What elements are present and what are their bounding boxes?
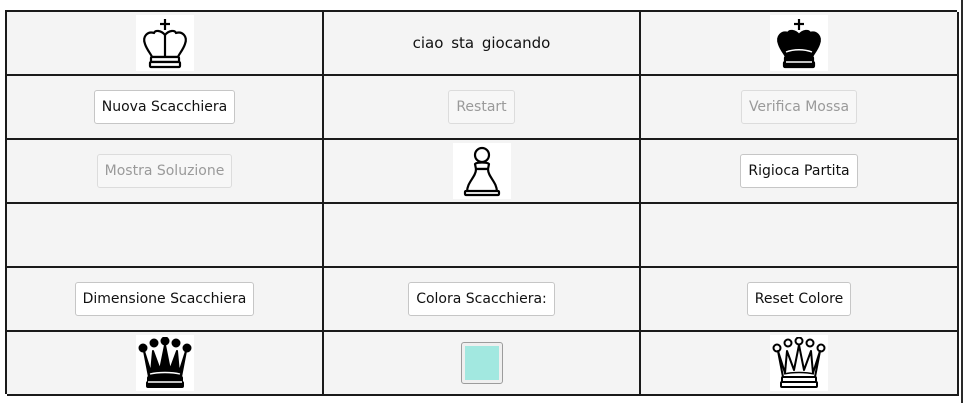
color-board-button[interactable]: Colora Scacchiera: xyxy=(408,282,555,316)
white-queen-icon xyxy=(770,335,828,391)
white-king-icon xyxy=(135,15,194,71)
cell-color-swatch xyxy=(324,332,641,396)
color-swatch[interactable] xyxy=(460,342,503,384)
cell-color-board: Colora Scacchiera: xyxy=(324,268,641,332)
cell-restart: Restart xyxy=(324,76,641,140)
cell-new-board: Nuova Scacchiera xyxy=(7,76,324,140)
restart-button[interactable]: Restart xyxy=(448,90,515,124)
cell-black-queen xyxy=(7,332,324,396)
game-panel-grid: ciao sta giocando Nuova Scacchiera Resta… xyxy=(5,10,959,396)
cell-empty-right xyxy=(641,204,959,268)
verify-move-button[interactable]: Verifica Mossa xyxy=(740,90,858,124)
window-edge-divider xyxy=(961,0,963,403)
cell-show-solution: Mostra Soluzione xyxy=(7,140,324,204)
replay-game-button[interactable]: Rigioca Partita xyxy=(740,154,858,188)
cell-status: ciao sta giocando xyxy=(324,12,641,76)
selected-color-preview xyxy=(464,346,499,380)
cell-replay-game: Rigioca Partita xyxy=(641,140,959,204)
black-king-icon xyxy=(770,15,828,71)
cell-empty-left xyxy=(7,204,324,268)
game-status-text: ciao sta giocando xyxy=(412,34,551,52)
reset-color-button[interactable]: Reset Colore xyxy=(746,282,852,316)
cell-white-queen xyxy=(641,332,959,396)
cell-white-king xyxy=(7,12,324,76)
white-pawn-icon xyxy=(452,143,511,199)
cell-verify-move: Verifica Mossa xyxy=(641,76,959,140)
board-size-button[interactable]: Dimensione Scacchiera xyxy=(74,282,255,316)
cell-empty-center xyxy=(324,204,641,268)
new-board-button[interactable]: Nuova Scacchiera xyxy=(93,90,236,124)
show-solution-button[interactable]: Mostra Soluzione xyxy=(96,154,233,188)
cell-reset-color: Reset Colore xyxy=(641,268,959,332)
cell-current-piece xyxy=(324,140,641,204)
cell-board-size: Dimensione Scacchiera xyxy=(7,268,324,332)
black-queen-icon xyxy=(135,335,194,391)
cell-black-king xyxy=(641,12,959,76)
